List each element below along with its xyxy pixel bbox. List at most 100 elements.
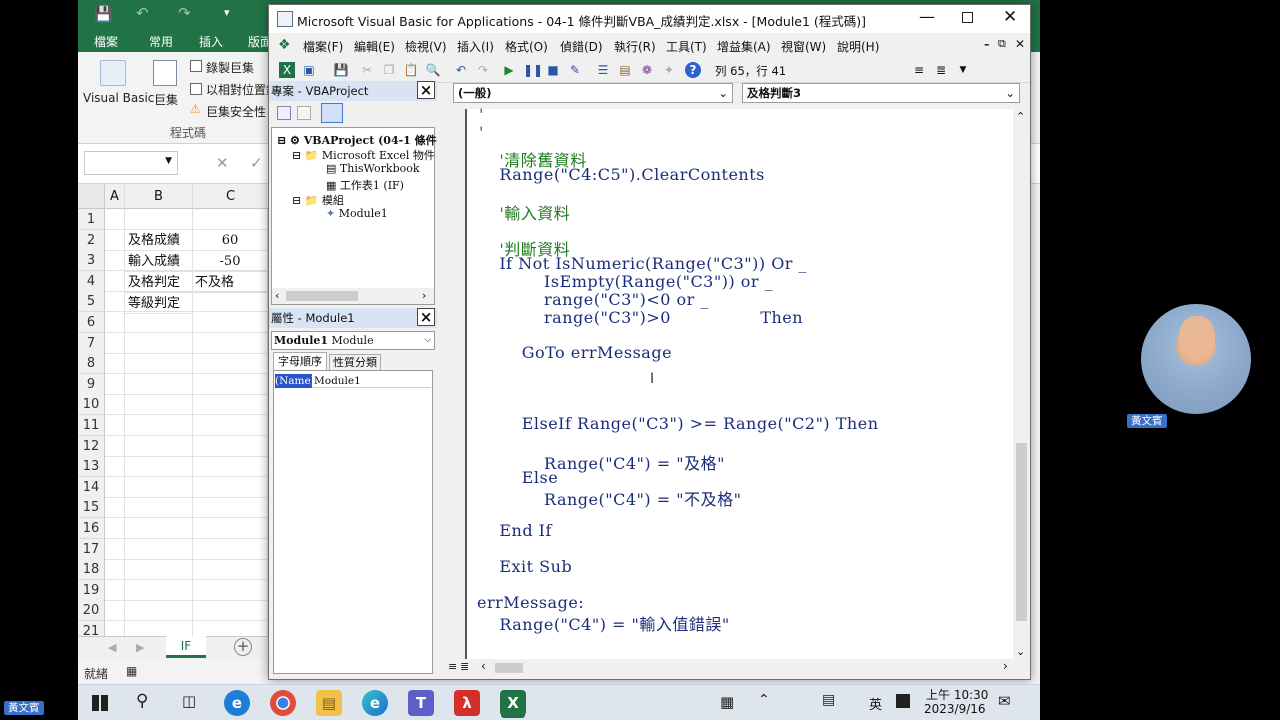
grid-cell[interactable]: [105, 518, 125, 539]
scroll-right-icon[interactable]: ›: [422, 289, 426, 302]
grid-cell[interactable]: [125, 332, 193, 354]
grid-cell[interactable]: [105, 373, 125, 395]
row-header[interactable]: 17: [78, 538, 105, 560]
properties-icon[interactable]: ▤: [617, 62, 633, 78]
grid-cell[interactable]: [105, 250, 125, 272]
row-header[interactable]: 18: [78, 559, 105, 581]
grid-cell[interactable]: [125, 312, 193, 333]
start-icon[interactable]: [92, 695, 108, 711]
grid-cell[interactable]: [125, 518, 193, 539]
scroll-thumb[interactable]: [286, 291, 358, 301]
grid-cell[interactable]: [105, 209, 125, 230]
outdent-icon[interactable]: ≣: [933, 62, 949, 78]
tree-sheet1[interactable]: ▦ 工作表1 (IF): [326, 177, 404, 193]
row-header[interactable]: 4: [78, 270, 105, 292]
full-module-view-icon[interactable]: ≣: [460, 660, 469, 673]
view-code-icon[interactable]: [277, 106, 291, 120]
grid-cell[interactable]: [193, 415, 268, 436]
grid-cell[interactable]: [105, 394, 125, 416]
ime-mode-icon[interactable]: [896, 694, 910, 708]
property-row[interactable]: (Name) Module1: [275, 374, 431, 388]
grid-cell[interactable]: [105, 291, 125, 313]
toolbar-options-icon[interactable]: ▼: [955, 62, 971, 78]
macro-security-button[interactable]: 巨集安全性: [206, 103, 266, 120]
excel-taskbar-icon[interactable]: X: [500, 690, 526, 716]
menu-window[interactable]: 視窗(W): [781, 38, 826, 55]
tab-categorized[interactable]: 性質分類: [329, 354, 381, 370]
notification-icon[interactable]: ✉: [998, 692, 1011, 710]
doc-minimize-icon[interactable]: –: [984, 38, 990, 51]
scroll-down-icon[interactable]: ⌄: [1016, 645, 1025, 658]
row-header[interactable]: 12: [78, 435, 105, 457]
grid-cell[interactable]: [105, 538, 125, 560]
reset-icon[interactable]: ■: [545, 62, 561, 78]
excel-view-icon[interactable]: ❖: [278, 37, 291, 53]
enter-icon[interactable]: ✓: [250, 154, 263, 172]
object-browser-icon[interactable]: ❁: [639, 62, 655, 78]
grid-cell[interactable]: [105, 332, 125, 354]
grid-cell[interactable]: [125, 579, 193, 601]
tree-vbaproject[interactable]: ⊟ ⚙ VBAProject (04-1 條件: [277, 132, 437, 148]
cut-icon[interactable]: ✂: [359, 62, 375, 78]
grid-cell[interactable]: [105, 312, 125, 333]
object-dropdown[interactable]: (一般) ⌄: [453, 83, 733, 103]
macros-icon[interactable]: [153, 60, 177, 86]
grid-cell[interactable]: [125, 497, 193, 519]
help-icon[interactable]: ?: [685, 62, 701, 78]
project-pane-close-button[interactable]: ×: [417, 81, 435, 99]
row-header[interactable]: 20: [78, 600, 105, 622]
view-excel-icon[interactable]: X: [279, 62, 295, 78]
column-header-b[interactable]: B: [125, 184, 193, 209]
cell-b4[interactable]: 及格判定: [125, 272, 193, 293]
view-object-icon[interactable]: [297, 106, 311, 120]
grid-cell[interactable]: [193, 600, 268, 622]
row-header[interactable]: 5: [78, 291, 105, 313]
project-tree-hscroll[interactable]: ‹ ›: [272, 288, 434, 304]
grid-cell[interactable]: [193, 497, 268, 519]
indent-icon[interactable]: ≡: [911, 62, 927, 78]
grid-cell[interactable]: [105, 435, 125, 457]
menu-file[interactable]: 檔案(F): [303, 38, 343, 55]
grid-cell[interactable]: [193, 435, 268, 457]
grid-cell[interactable]: [193, 332, 268, 354]
scroll-right-icon[interactable]: ›: [1003, 659, 1008, 673]
macros-button[interactable]: 巨集: [154, 91, 178, 108]
grid-cell[interactable]: [125, 538, 193, 560]
grid-cell[interactable]: [193, 373, 268, 395]
cell-c3[interactable]: -50: [193, 251, 268, 272]
menu-format[interactable]: 格式(O): [505, 38, 548, 55]
teams-icon[interactable]: T: [408, 690, 434, 716]
procedure-view-icon[interactable]: ≡: [448, 660, 457, 673]
row-header[interactable]: 8: [78, 353, 105, 375]
ime-indicator[interactable]: 英: [869, 694, 882, 713]
grid-cell[interactable]: [125, 209, 193, 230]
tree-excel-objects[interactable]: ⊟ 📁 Microsoft Excel 物件: [292, 147, 435, 163]
row-header[interactable]: 6: [78, 312, 105, 333]
grid-cell[interactable]: [193, 538, 268, 560]
customize-qat-icon[interactable]: ▾: [224, 6, 230, 19]
file-explorer-icon[interactable]: ▤: [316, 690, 342, 716]
tree-thisworkbook[interactable]: ▤ ThisWorkbook: [326, 162, 420, 175]
menu-insert[interactable]: 插入(I): [457, 38, 494, 55]
cell-b5[interactable]: 等級判定: [125, 293, 193, 314]
acrobat-icon[interactable]: λ: [454, 690, 480, 716]
tab-alphabetic[interactable]: 字母順序: [273, 352, 327, 370]
name-box[interactable]: ▼: [84, 151, 178, 175]
grid-cell[interactable]: [193, 476, 268, 498]
edge-icon[interactable]: e: [362, 690, 388, 716]
menu-tools[interactable]: 工具(T): [666, 38, 707, 55]
network-icon[interactable]: ▤: [822, 692, 835, 708]
grid-cell[interactable]: [105, 270, 125, 292]
undo-icon[interactable]: ↶: [136, 4, 149, 22]
save-icon[interactable]: 💾: [333, 62, 349, 78]
properties-object-dropdown[interactable]: Module1 Module ⌵: [271, 331, 435, 350]
tree-module1[interactable]: ✦ Module1: [326, 207, 388, 220]
grid-cell[interactable]: [105, 579, 125, 601]
code-vscroll[interactable]: ⌃ ⌄: [1013, 109, 1030, 661]
row-header[interactable]: 7: [78, 332, 105, 354]
grid-cell[interactable]: [105, 600, 125, 622]
row-header[interactable]: 13: [78, 456, 105, 478]
grid-cell[interactable]: [193, 518, 268, 539]
show-hidden-icons[interactable]: ⌃: [758, 692, 770, 708]
clock-date[interactable]: 2023/9/16: [924, 702, 986, 716]
